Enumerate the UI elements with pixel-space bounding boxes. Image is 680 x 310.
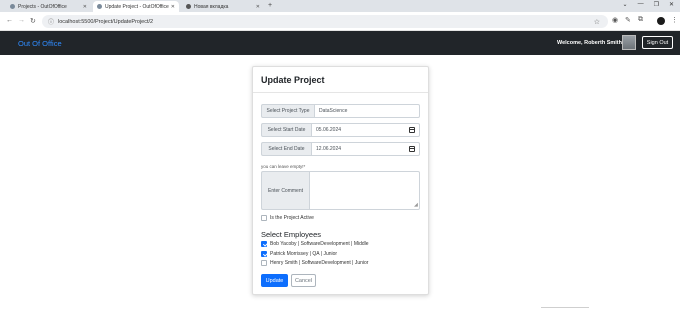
profile-icon[interactable] — [657, 17, 665, 25]
extensions-puzzle-icon[interactable]: ⧉ — [638, 16, 643, 24]
end-date-group: Select End Date 12.06.2024 — [261, 142, 420, 156]
employee-label: Bob Yacoby | SoftwareDevelopment | Middl… — [270, 241, 369, 247]
resize-grip-icon[interactable]: ◢ — [414, 203, 427, 293]
page-favicon-icon — [97, 4, 102, 9]
employee-row: Henry Smith | SoftwareDevelopment | Juni… — [261, 260, 368, 266]
comment-hint: you can leave empty!* — [261, 164, 306, 169]
url-text: localhost:5500/Project/UpdateProject/2 — [58, 18, 154, 25]
calendar-icon[interactable] — [409, 146, 415, 152]
end-date-label: Select End Date — [261, 142, 311, 156]
tab-update-project[interactable]: Update Project - OutOfOffice ✕ — [93, 1, 179, 12]
address-bar[interactable]: ⓘ localhost:5500/Project/UpdateProject/2… — [42, 15, 608, 28]
employee-label: Henry Smith | SoftwareDevelopment | Juni… — [270, 260, 369, 266]
avatar — [622, 35, 636, 50]
end-date-input[interactable]: 12.06.2024 — [311, 142, 420, 156]
tab-title: Новая вкладка — [194, 3, 229, 10]
start-date-value: 05.06.2024 — [316, 127, 342, 133]
employee-row: Patrick Morrissey | QA | Junior — [261, 251, 337, 257]
bookmark-star-icon[interactable]: ☆ — [594, 18, 600, 26]
app-navbar: Out Of Office Welcome, Roberth Smith Sig… — [0, 31, 680, 55]
employee-row: Bob Yacoby | SoftwareDevelopment | Middl… — [261, 241, 369, 247]
comment-textarea[interactable] — [309, 171, 420, 210]
welcome-text: Welcome, Roberth Smith — [557, 40, 622, 46]
minimize-icon[interactable]: — — [638, 1, 644, 8]
project-type-select[interactable]: DataScience — [314, 104, 420, 118]
back-icon[interactable]: ← — [6, 17, 13, 24]
update-button[interactable]: Update — [261, 274, 288, 287]
project-type-label: Select Project Type — [261, 104, 314, 118]
employee-checkbox[interactable] — [261, 241, 267, 247]
brand-link[interactable]: Out Of Office — [18, 39, 62, 48]
close-icon[interactable]: ✕ — [171, 4, 175, 10]
window-controls: ⌄ — ❐ ✕ — [623, 1, 674, 8]
update-project-card: Update Project Select Project Type DataS… — [252, 66, 429, 295]
forward-icon[interactable]: → — [18, 17, 25, 24]
site-info-icon[interactable]: ⓘ — [48, 17, 54, 26]
employee-checkbox[interactable] — [261, 260, 267, 266]
page-title: Update Project — [261, 75, 325, 85]
reload-icon[interactable]: ↻ — [30, 17, 36, 25]
divider — [253, 92, 428, 93]
employees-title: Select Employees — [261, 230, 322, 239]
eyedropper-icon[interactable]: ✎ — [625, 16, 631, 24]
tab-title: Projects - OutOfOffice — [18, 3, 67, 10]
employee-label: Patrick Morrissey | QA | Junior — [270, 251, 338, 257]
calendar-icon[interactable] — [409, 127, 415, 133]
start-date-label: Select Start Date — [261, 123, 311, 137]
cancel-button[interactable]: Cancel — [291, 274, 316, 287]
is-active-label: Is the Project Active — [270, 215, 314, 221]
divider — [541, 307, 589, 308]
tab-projects[interactable]: Projects - OutOfOffice ✕ — [6, 1, 91, 12]
project-type-group: Select Project Type DataScience — [261, 104, 420, 118]
tab-title: Update Project - OutOfOffice — [105, 3, 169, 10]
browser-tab-bar: Projects - OutOfOffice ✕ Update Project … — [0, 0, 680, 12]
sign-out-button[interactable]: Sign Out — [642, 36, 673, 49]
restore-icon[interactable]: ❐ — [654, 1, 659, 8]
browser-toolbar: ← → ↻ ⓘ localhost:5500/Project/UpdatePro… — [0, 12, 680, 31]
comment-group: Enter Comment — [261, 171, 420, 210]
tab-new-tab[interactable]: Новая вкладка ✕ — [182, 1, 264, 12]
is-active-checkbox[interactable] — [261, 215, 267, 221]
start-date-group: Select Start Date 05.06.2024 — [261, 123, 420, 137]
new-tab-button[interactable]: + — [268, 2, 272, 9]
start-date-input[interactable]: 05.06.2024 — [311, 123, 420, 137]
page-favicon-icon — [10, 4, 15, 9]
is-active-row: Is the Project Active — [261, 215, 314, 221]
comment-label: Enter Comment — [261, 171, 309, 210]
extension-icon[interactable]: ◉ — [612, 16, 618, 24]
tab-search-icon[interactable]: ⌄ — [623, 1, 628, 8]
close-icon[interactable]: ✕ — [83, 4, 87, 10]
end-date-value: 12.06.2024 — [316, 146, 342, 152]
menu-kebab-icon[interactable]: ⋮ — [671, 16, 678, 24]
chrome-icon — [186, 4, 191, 9]
close-icon[interactable]: ✕ — [256, 4, 260, 10]
window-close-icon[interactable]: ✕ — [669, 1, 674, 8]
employee-checkbox[interactable] — [261, 251, 267, 257]
